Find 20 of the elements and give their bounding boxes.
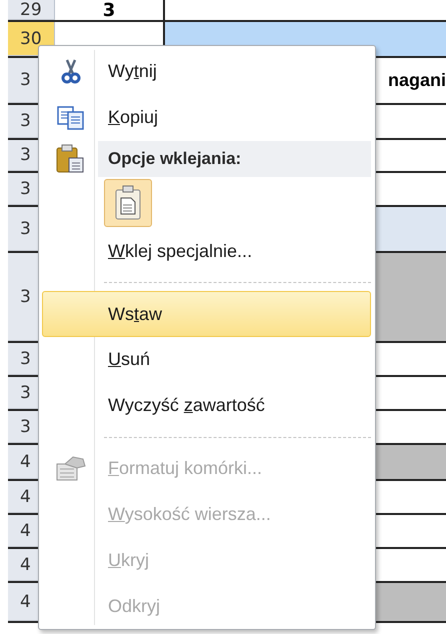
clipboard-icon [114, 185, 142, 221]
copy-icon [56, 104, 86, 131]
menu-item-label: Wklej specjalnie... [107, 240, 252, 262]
scissors-icon [60, 58, 82, 85]
menu-item-label: Wysokość wiersza... [107, 504, 271, 525]
menu-item-label: Wstaw [107, 304, 162, 325]
column-heading: nagani [388, 70, 446, 91]
menu-item-label: Formatuj komórki... [107, 458, 262, 480]
menu-item-label: Odkryj [107, 596, 160, 617]
clipboard-icon [54, 144, 84, 174]
menu-item-label: Usuń [107, 349, 150, 370]
section-header: Opcje wklejania: [98, 141, 371, 178]
menu-item-label: Ukryj [107, 550, 149, 571]
menu-item[interactable]: Wstaw [42, 291, 371, 337]
menu-item-label: Wyczyść zawartość [107, 395, 265, 416]
paste-button[interactable] [104, 179, 152, 227]
row-header[interactable]: 29 [8, 0, 55, 20]
menu-item-label: Kopiuj [107, 107, 158, 128]
table-cell: 3 [102, 0, 116, 20]
menu-item-label: Wytnij [107, 61, 157, 82]
